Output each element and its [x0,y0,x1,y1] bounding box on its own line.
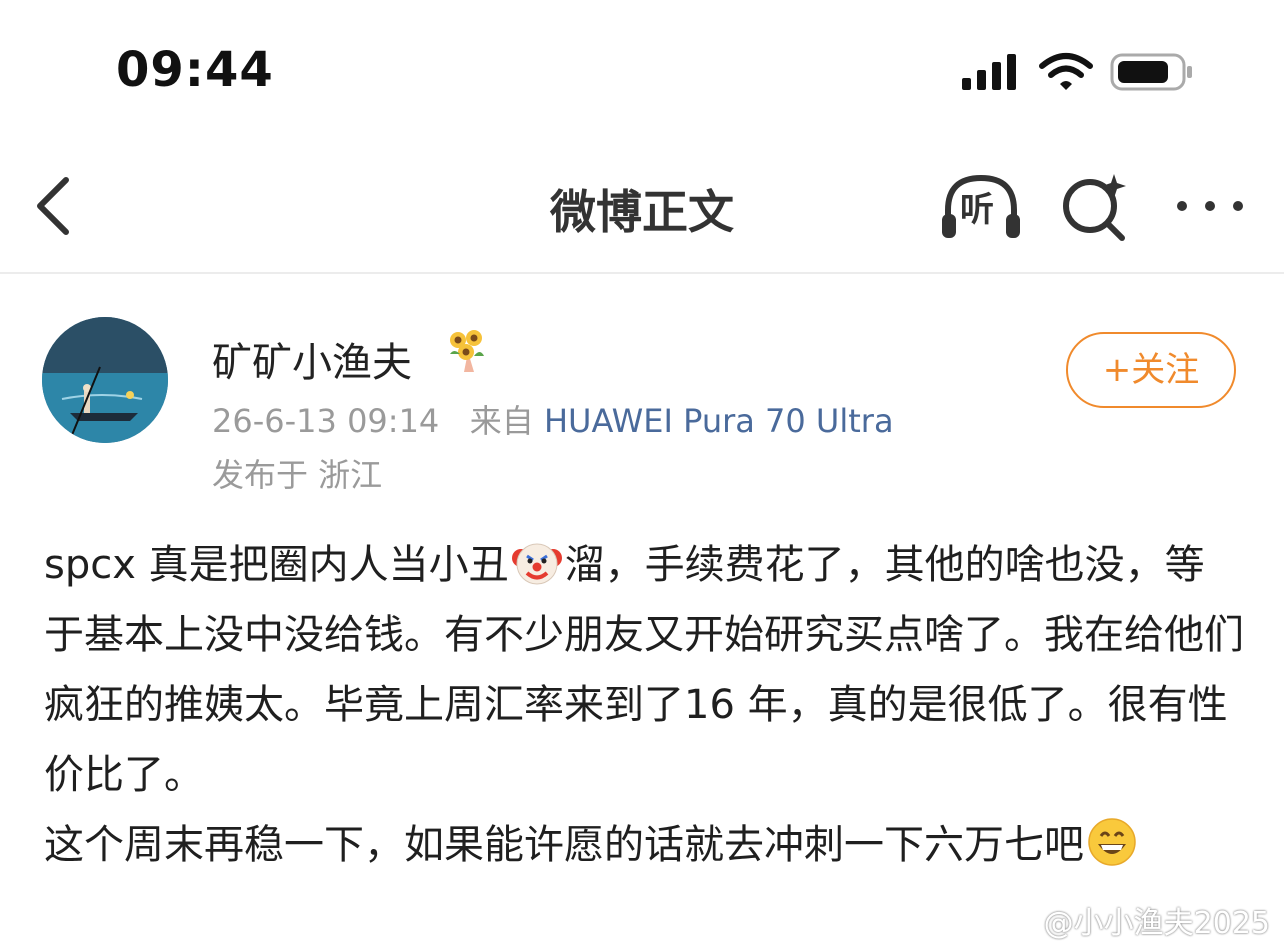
sunflower-bouquet-icon [450,330,484,372]
cellular-signal-icon [962,54,1016,90]
battery-icon [1110,53,1192,91]
clown-face-icon [511,543,562,585]
author-name[interactable]: 矿矿小渔夫 [212,330,412,388]
back-button[interactable] [30,174,80,238]
post-location: 发布于 浙江 [212,456,383,494]
grinning-face-icon [1088,818,1136,866]
watermark: @小小渔夫2025 [1043,906,1270,941]
device-link[interactable]: HUAWEI Pura 70 Ultra [544,402,894,440]
avatar[interactable] [42,317,168,443]
post-timestamp: 26-6-13 09:14 [212,402,440,440]
status-bar: 09:44 [0,0,1284,140]
source-prefix: 来自 [469,402,534,440]
search-button[interactable] [1058,170,1134,246]
nav-bar: 微博正文 听 [0,150,1284,274]
post-meta: 26-6-13 09:14 来自 HUAWEI Pura 70 Ultra [212,396,894,442]
post-text: 这个周末再稳一下，如果能许愿的话就去冲刺一下六万七吧 [44,822,1084,868]
wifi-icon [1039,53,1093,90]
post-paragraph: spcx 真是把圈内人当小丑 溜，手续费花了，其他的啥也没，等于基本上没中没给钱… [44,530,1244,810]
status-icons [960,52,1200,96]
status-time: 09:44 [116,42,274,98]
more-icon [1177,201,1243,211]
search-sparkle-icon [1063,174,1126,241]
follow-button[interactable]: +关注 [1066,332,1236,408]
page-title: 微博正文 [550,185,734,239]
post-content: spcx 真是把圈内人当小丑 溜，手续费花了，其他的啥也没，等于基本上没中没给钱… [44,530,1244,880]
listen-button[interactable]: 听 [938,172,1024,244]
post-text: spcx 真是把圈内人当小丑 [44,542,509,588]
listen-label: 听 [960,190,994,230]
avatar-image [42,317,168,443]
more-button[interactable] [1170,186,1250,226]
chevron-left-icon [37,177,69,235]
post-paragraph: 这个周末再稳一下，如果能许愿的话就去冲刺一下六万七吧 [44,810,1244,880]
